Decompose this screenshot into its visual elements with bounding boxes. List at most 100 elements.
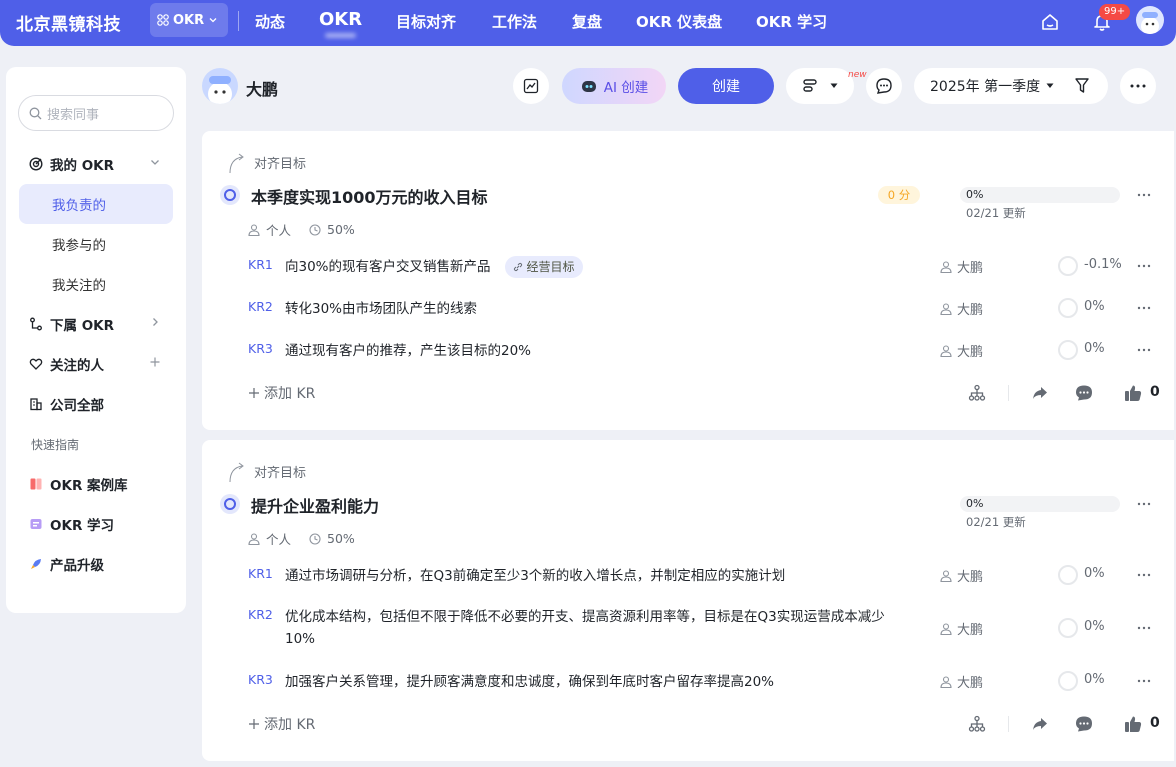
- share-icon[interactable]: [1031, 715, 1049, 733]
- more-icon[interactable]: [1137, 568, 1151, 582]
- more-icon[interactable]: [1137, 497, 1151, 511]
- kr-progress-ring[interactable]: [1058, 256, 1078, 276]
- weight-label: 50%: [327, 222, 355, 237]
- objective-progress[interactable]: 0%: [960, 496, 1120, 512]
- plus-icon: [249, 388, 259, 398]
- kr-text[interactable]: 通过市场调研与分析，在Q3前确定至少3个新的收入增长点，并制定相应的实施计划: [285, 565, 885, 587]
- arrow-align-icon: [229, 153, 244, 174]
- nav-methods[interactable]: 工作法: [492, 11, 537, 32]
- kr-text[interactable]: 转化30%由市场团队产生的线索: [285, 298, 885, 320]
- objective-meta: 个人 50%: [248, 529, 355, 548]
- kr-text[interactable]: 加强客户关系管理，提升顾客满意度和忠诚度，确保到年底时客户留存率提高20%: [285, 671, 885, 693]
- nav-okr[interactable]: OKR: [319, 9, 362, 30]
- sidebar-item-participated[interactable]: 我参与的: [19, 224, 173, 264]
- alignment-tree-icon[interactable]: [968, 715, 986, 733]
- kr-owner-name: 大鹏: [957, 303, 984, 318]
- sidebar-company-all[interactable]: 公司全部: [19, 384, 173, 424]
- home-icon[interactable]: [1040, 12, 1060, 32]
- align-target-link[interactable]: 对齐目标: [229, 462, 306, 483]
- kr-tag[interactable]: 经营目标: [504, 256, 583, 278]
- objective-progress[interactable]: 0%: [960, 187, 1120, 203]
- kr-progress-ring[interactable]: [1058, 298, 1078, 318]
- divider: [1008, 716, 1009, 732]
- company-name[interactable]: 北京黑镜科技: [16, 10, 121, 35]
- thumbs-up-icon[interactable]: [1124, 715, 1142, 733]
- nav-learning[interactable]: OKR 学习: [756, 11, 827, 32]
- create-button[interactable]: 创建: [678, 68, 774, 104]
- top-nav-bar: 北京黑镜科技 OKR 动态 OKR 目标对齐 工作法 复盘 OKR 仪表盘 OK…: [0, 0, 1176, 46]
- kr-owner[interactable]: 大鹏: [940, 257, 983, 276]
- kr-owner[interactable]: 大鹏: [940, 341, 983, 360]
- more-icon[interactable]: [1137, 674, 1151, 688]
- weight-icon: [309, 223, 321, 236]
- add-kr-button[interactable]: 添加 KR: [248, 714, 315, 734]
- kr-owner[interactable]: 大鹏: [940, 299, 983, 318]
- kr-owner[interactable]: 大鹏: [940, 672, 983, 691]
- share-icon[interactable]: [1031, 384, 1049, 402]
- nav-dashboard[interactable]: OKR 仪表盘: [636, 11, 722, 32]
- alignment-tree-icon[interactable]: [968, 384, 986, 402]
- kr-progress-ring[interactable]: [1058, 340, 1078, 360]
- updated-time: 02/21 更新: [966, 206, 1026, 220]
- kr-progress-value[interactable]: -0.1%: [1084, 257, 1122, 272]
- kr-progress-value[interactable]: 0%: [1084, 619, 1105, 634]
- view-switch-button[interactable]: [786, 68, 854, 104]
- kr-text[interactable]: 优化成本结构，包括但不限于降低不必要的开支、提高资源利用率等，目标是在Q3实现运…: [285, 606, 885, 650]
- comment-icon[interactable]: [1075, 384, 1093, 402]
- comment-button[interactable]: [866, 68, 902, 104]
- align-target-link[interactable]: 对齐目标: [229, 153, 306, 174]
- more-icon[interactable]: [1137, 188, 1151, 202]
- sidebar-guide-cases[interactable]: OKR 案例库: [19, 464, 173, 504]
- visibility-label: 个人: [266, 223, 292, 238]
- kr-progress-ring[interactable]: [1058, 618, 1078, 638]
- more-icon[interactable]: [1137, 259, 1151, 273]
- kr-progress-value[interactable]: 0%: [1084, 299, 1105, 314]
- kr-owner[interactable]: 大鹏: [940, 566, 983, 585]
- kr-progress-value[interactable]: 0%: [1084, 672, 1105, 687]
- comment-icon[interactable]: [1075, 715, 1093, 733]
- sidebar-item-owned[interactable]: 我负责的: [19, 184, 173, 224]
- user-name: 大鹏: [246, 80, 279, 99]
- add-kr-button[interactable]: 添加 KR: [248, 383, 315, 403]
- user-avatar[interactable]: [202, 68, 238, 104]
- kr-text[interactable]: 向30%的现有客户交叉销售新产品 经营目标: [285, 256, 885, 278]
- ai-create-button[interactable]: AI 创建: [562, 68, 666, 104]
- nav-review[interactable]: 复盘: [572, 11, 602, 32]
- kr-progress-ring[interactable]: [1058, 671, 1078, 691]
- sidebar-sub-okr[interactable]: 下属 OKR: [19, 304, 173, 344]
- kr-progress-value[interactable]: 0%: [1084, 341, 1105, 356]
- period-selector[interactable]: 2025年 第一季度: [914, 68, 1108, 104]
- period-label: 2025年 第一季度: [930, 79, 1041, 95]
- objective-title[interactable]: 本季度实现1000万元的收入目标: [251, 184, 488, 208]
- kr-progress-value[interactable]: 0%: [1084, 566, 1105, 581]
- kr-progress-ring[interactable]: [1058, 565, 1078, 585]
- sidebar-followed-people[interactable]: 关注的人: [19, 344, 173, 384]
- person-icon: [248, 532, 260, 545]
- more-icon[interactable]: [1137, 621, 1151, 635]
- thumbs-up-icon[interactable]: [1124, 384, 1142, 402]
- add-kr-label: 添加 KR: [264, 386, 316, 402]
- nav-feed[interactable]: 动态: [255, 11, 285, 32]
- sidebar-my-okr[interactable]: 我的 OKR: [19, 144, 173, 184]
- objective-title[interactable]: 提升企业盈利能力: [251, 493, 379, 517]
- more-icon[interactable]: [1137, 301, 1151, 315]
- sidebar-guide-learning[interactable]: OKR 学习: [19, 504, 173, 544]
- target-icon: [29, 157, 43, 171]
- chart-button[interactable]: [513, 68, 549, 104]
- score-badge[interactable]: 0 分: [878, 186, 920, 204]
- user-avatar[interactable]: [1136, 6, 1164, 34]
- sidebar-item-followed[interactable]: 我关注的: [19, 264, 173, 304]
- more-button[interactable]: [1120, 68, 1156, 104]
- notification-badge: 99+: [1099, 4, 1131, 20]
- weight-label: 50%: [327, 531, 355, 546]
- search-input[interactable]: 搜索同事: [18, 95, 174, 131]
- nav-goal-alignment[interactable]: 目标对齐: [396, 11, 456, 32]
- more-icon[interactable]: [1137, 343, 1151, 357]
- sidebar-guide-upgrade[interactable]: 产品升级: [19, 544, 173, 584]
- plus-icon[interactable]: [149, 356, 161, 368]
- kr-text[interactable]: 通过现有客户的推荐，产生该目标的20%: [285, 340, 885, 362]
- kr-owner[interactable]: 大鹏: [940, 619, 983, 638]
- app-switcher[interactable]: OKR: [150, 3, 228, 37]
- like-count: 0: [1150, 384, 1160, 400]
- filter-icon[interactable]: [1074, 77, 1090, 95]
